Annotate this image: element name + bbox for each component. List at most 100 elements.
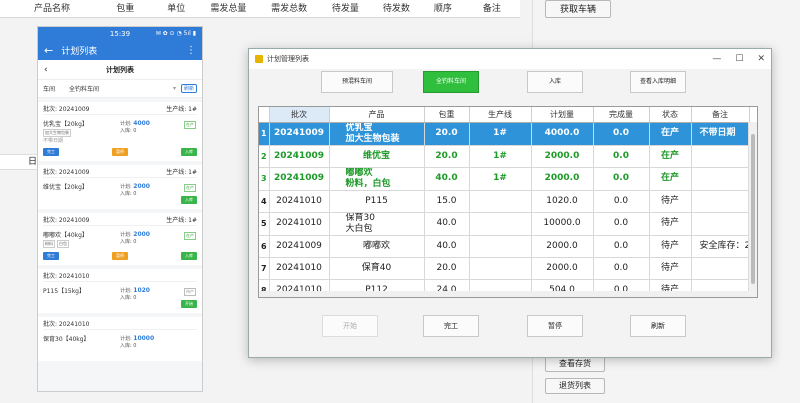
plan-card-tag: 粉料 [43, 240, 55, 248]
refresh-button[interactable]: 刷新 [630, 315, 686, 337]
line-cell: 1# [469, 167, 532, 191]
plan-cell: 1020.0 [531, 190, 594, 213]
batch-cell: 20241010 [269, 257, 330, 280]
status-cell: 在产 [649, 167, 692, 191]
plan-card[interactable]: 批次: 20241009 生产线: 1# 嘟嘟欢【40kg】 粉料 白包 计划: 2000… [38, 213, 202, 265]
plan-card[interactable]: 批次: 20241010 保育30【40kg】 计划: 10000 入库: 0 [38, 317, 202, 361]
stock-in-button[interactable]: 入库 [527, 71, 583, 93]
scrollbar-thumb[interactable] [751, 134, 755, 284]
plan-management-dialog: 计划管理列表 — ☐ ✕ 预混料车间 全钓料车间 入库 查看入库明细 批次 产品包… [248, 48, 772, 358]
table-row[interactable]: 1 20241009 优乳宝 加大生物包装 20.0 1# 4000.0 0.0 在产 不带日期 [259, 122, 750, 146]
minimize-icon[interactable]: — [712, 54, 721, 64]
background-column-header: 单位 [167, 4, 186, 14]
table-row[interactable]: 4 20241010 P115 15.0 1020.0 0.0 待产 [259, 190, 750, 213]
start-button[interactable]: 开始 [322, 315, 378, 337]
full-feed-workshop-button[interactable]: 全钓料车间 [423, 71, 479, 93]
status-cell: 待产 [649, 235, 692, 258]
plan-card-action-button[interactable]: 入库 [181, 252, 197, 260]
weight-cell: 15.0 [424, 190, 470, 213]
maximize-icon[interactable]: ☐ [735, 54, 743, 64]
return-list-button[interactable]: 退货列表 [545, 378, 605, 394]
done-cell: 0.0 [593, 190, 650, 213]
weight-cell: 20.0 [424, 257, 470, 280]
pause-button[interactable]: 暂停 [527, 315, 583, 337]
complete-button[interactable]: 完工 [423, 315, 479, 337]
plan-card-header: 批次: 20241009 生产线: 1# [43, 104, 197, 115]
plan-card[interactable]: 批次: 20241009 生产线: 1# 优乳宝【20kg】 加大生物包装 不带日期 计划… [38, 102, 202, 161]
note-cell [691, 212, 750, 236]
product-name: 嘟嘟欢 [345, 167, 373, 178]
note-cell: 安全库存：2000 [691, 235, 750, 258]
plan-card-status-badge: 在产 [184, 121, 196, 129]
batch-cell: 20241009 [269, 167, 330, 191]
product-name: 优乳宝 [345, 122, 373, 133]
plan-card[interactable]: 批次: 20241010 P115【15kg】 计划: 1020 入库: 0 待产 开始 [38, 269, 202, 313]
plan-card-action-button[interactable]: 开始 [181, 300, 197, 308]
plan-card-note: 不带日期 [43, 138, 64, 144]
table-row[interactable]: 2 20241009 维优宝 20.0 1# 2000.0 0.0 在产 [259, 145, 750, 168]
view-stock-in-details-button[interactable]: 查看入库明细 [630, 71, 686, 93]
fetch-vehicles-button[interactable]: 获取车辆 [545, 0, 611, 18]
plan-card-action-button[interactable]: 入库 [181, 196, 197, 204]
note-cell [691, 257, 750, 280]
filter-value[interactable]: 全钓料车间 [69, 84, 99, 93]
chevron-left-icon[interactable]: ‹ [44, 65, 48, 75]
grid-column-header[interactable] [259, 107, 270, 123]
status-cell: 待产 [649, 212, 692, 236]
plan-label: 计划: [120, 184, 132, 190]
plan-card-action-button[interactable]: 暂停 [112, 252, 128, 260]
plan-card-action-button[interactable]: 完工 [43, 148, 59, 156]
plan-grid[interactable]: 批次 产品 包重 生产线 计划量 完成量 状态 备注 1 20241009 优乳宝 加大生物包装 20… [258, 106, 758, 298]
view-inventory-button[interactable]: 查看存货 [545, 356, 605, 372]
plan-card-action-button[interactable]: 完工 [43, 252, 59, 260]
batch-cell: 20241009 [269, 122, 330, 146]
product-name: 维优宝 [362, 150, 390, 161]
phone-mirror: 15:39 ✉ ✿ ⊙ ◔ 5ıl ▮ ← 计划列表 ⋮ ‹ 计划列表 车间 全… [37, 26, 203, 392]
line-cell [469, 190, 532, 213]
phone-status-icons: ✉ ✿ ⊙ ◔ 5ıl ▮ [155, 30, 196, 37]
product-name: 嘟嘟欢 [362, 240, 390, 251]
phone-app-title: 计划列表 [61, 46, 98, 57]
product-name: 保育40 [361, 262, 392, 273]
stock-quantity: 0 [133, 295, 137, 301]
table-row[interactable]: 7 20241010 保育40 20.0 2000.0 0.0 待产 [259, 257, 750, 280]
plan-card-action-button[interactable]: 暂停 [112, 148, 128, 156]
grid-column-header[interactable]: 状态 [649, 107, 692, 123]
grid-column-header[interactable]: 产品 [329, 107, 425, 123]
stock-quantity-row: 入库: 0 [120, 343, 154, 350]
chevron-down-icon[interactable]: ▾ [173, 85, 176, 92]
row-number: 4 [259, 190, 270, 213]
grid-column-header[interactable]: 包重 [424, 107, 470, 123]
premix-workshop-button[interactable]: 预混料车间 [321, 71, 393, 93]
product-cell: 保育40 [329, 257, 425, 280]
plan-cell: 2000.0 [531, 257, 594, 280]
horizontal-scrollbar[interactable] [259, 291, 749, 297]
plan-card-batch: 批次: 20241010 [43, 321, 90, 328]
grid-column-header[interactable]: 批次 [269, 107, 330, 123]
background-table-header: 产品名称 包重 单位 需发总量 需发总数 待发量 待发数 顺序 备注 [0, 0, 520, 18]
product-cell: 嘟嘟欢 粉料，白包 [329, 167, 425, 191]
phone-filter-row[interactable]: 车间 全钓料车间 ▾ 刷新 [38, 80, 202, 98]
grid-column-header[interactable]: 备注 [691, 107, 750, 123]
grid-column-header[interactable]: 生产线 [469, 107, 532, 123]
plan-card-batch: 批次: 20241009 [43, 169, 90, 176]
close-icon[interactable]: ✕ [757, 54, 765, 64]
vertical-scrollbar[interactable] [748, 122, 757, 297]
table-row[interactable]: 3 20241009 嘟嘟欢 粉料，白包 40.0 1# 2000.0 0.0 在产 [259, 167, 750, 191]
table-row[interactable]: 5 20241010 保育30 大白包 40.0 10000.0 0.0 待产 [259, 212, 750, 236]
window-controls: — ☐ ✕ [712, 54, 765, 64]
plan-quantity: 2000 [133, 183, 150, 190]
plan-card[interactable]: 批次: 20241009 生产线: 1# 维优宝【20kg】 计划: 2000 入库: … [38, 165, 202, 209]
more-vertical-icon[interactable]: ⋮ [186, 45, 196, 56]
phone-time: 15:39 [109, 29, 131, 38]
done-cell: 0.0 [593, 167, 650, 191]
grid-column-header[interactable]: 完成量 [593, 107, 650, 123]
table-row[interactable]: 620241009 嘟嘟欢 40.0 2000.00.0待产安全库存：2000 [259, 235, 750, 258]
filter-refresh-chip[interactable]: 刷新 [180, 84, 197, 93]
plan-card-batch: 批次: 20241009 [43, 217, 90, 224]
grid-column-header[interactable]: 计划量 [531, 107, 594, 123]
phone-app-bar: ← 计划列表 ⋮ [38, 40, 202, 60]
back-arrow-icon[interactable]: ← [44, 44, 53, 57]
plan-card-action-button[interactable]: 入库 [181, 148, 197, 156]
stock-quantity: 0 [133, 128, 137, 134]
